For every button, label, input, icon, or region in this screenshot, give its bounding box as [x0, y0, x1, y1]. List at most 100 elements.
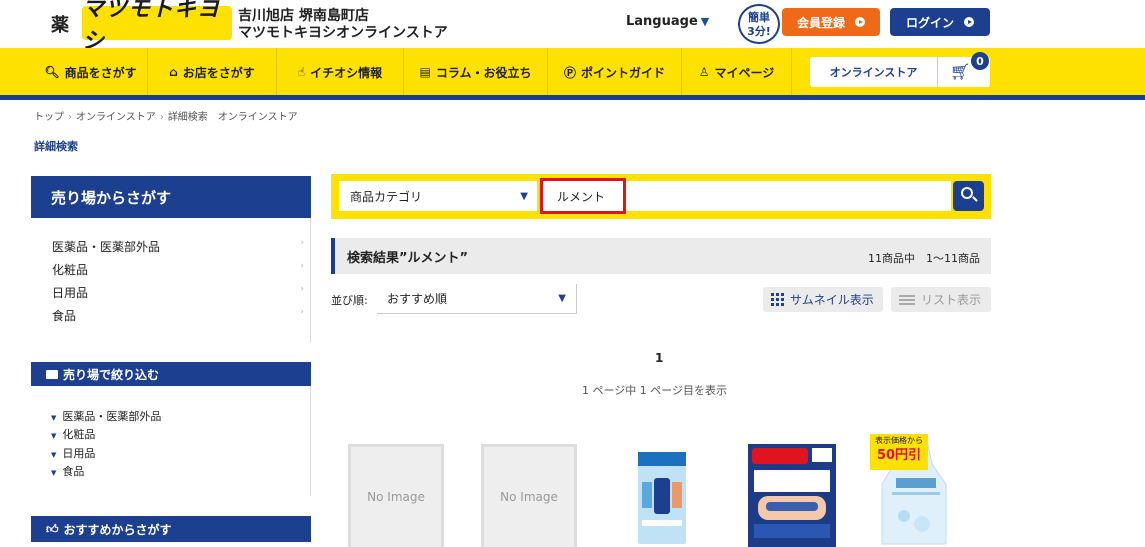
chevron-down-icon: ▼ — [520, 191, 528, 202]
chevron-right-icon: › — [159, 112, 164, 123]
sidebar-filter-title-label: 売り場で絞り込む — [63, 367, 160, 382]
filter-item-label: 日用品 — [62, 447, 96, 460]
chevron-down-icon: ▼ — [558, 293, 566, 304]
thumbnail-view-button[interactable]: サムネイル表示 — [763, 287, 883, 312]
arrow-right-icon — [964, 17, 974, 27]
nav-divider — [0, 95, 1145, 100]
pagination-current[interactable]: 1 — [655, 351, 663, 365]
sidebar-item-cosmetics[interactable]: 化粧品 › — [52, 261, 304, 278]
sort-label: 並び順: — [331, 294, 368, 307]
product-thumbnail[interactable]: No Image — [348, 444, 444, 547]
category-select-value: 商品カテゴリ — [350, 189, 423, 204]
product-eye-mask-image — [748, 444, 836, 547]
nav-item-point-guide[interactable]: Ⓟ ポイントガイド — [548, 48, 682, 96]
pharmacy-mark: 薬 — [51, 15, 69, 36]
chevron-right-icon: › — [300, 238, 304, 248]
pagination-info: 1 ページ中 1 ページ目を表示 — [582, 384, 728, 397]
brand-logo[interactable]: マツモトキヨシ — [82, 0, 232, 54]
store-name: 吉川旭店 堺南島町店 マツモトキヨシオンラインストア — [238, 8, 448, 42]
document-icon: ▤ — [419, 65, 431, 79]
chevron-right-icon: › — [68, 112, 72, 123]
login-button[interactable]: ログイン — [890, 8, 990, 36]
sidebar-section-title: 売り場からさがす — [31, 176, 311, 218]
sidebar-item-label: 化粧品 — [52, 263, 89, 277]
results-title: 検索結果”ルメント” — [347, 251, 469, 266]
sidebar-item-food[interactable]: 食品 › — [52, 307, 304, 324]
person-icon: ♙ — [698, 65, 710, 79]
sidebar-item-label: 食品 — [52, 309, 77, 323]
thumbnail-view-label: サムネイル表示 — [790, 293, 874, 307]
sidebar-item-label: 医薬品・医薬部外品 — [52, 240, 161, 254]
kantan-text: 簡単 — [748, 11, 770, 24]
nav-item-find-store[interactable]: ⌂ お店をさがす — [148, 48, 277, 96]
member-register-label: 会員登録 — [796, 15, 845, 30]
online-store-link[interactable]: オンラインストア — [810, 57, 938, 87]
sidebar-filter-list: ▼ 医薬品・医薬部外品 ▼ 化粧品 ▼ 日用品 ▼ 食品 — [31, 386, 311, 496]
nav-item-search-products[interactable]: 🔍︎ 商品をさがす — [34, 48, 148, 96]
keyword-input[interactable] — [541, 181, 951, 211]
nav-label: ポイントガイド — [581, 65, 666, 80]
triangle-down-icon: ▼ — [51, 432, 57, 440]
arrow-right-icon — [855, 17, 865, 27]
chevron-right-icon: › — [300, 284, 304, 294]
search-icon-handle — [972, 196, 978, 202]
nav-item-column[interactable]: ▤ コラム・お役立ち — [404, 48, 548, 96]
language-label: Language — [626, 14, 698, 29]
breadcrumb-current: 詳細検索 オンラインストア — [167, 112, 298, 123]
sidebar-filter-title: 売り場で絞り込む — [31, 362, 311, 386]
language-selector[interactable]: Language ▼ — [626, 14, 709, 29]
easy-3min-badge: 簡単 3分! — [738, 4, 780, 44]
sidebar-item-medicine[interactable]: 医薬品・医薬部外品 › — [52, 238, 304, 255]
sidebar-item-label: 日用品 — [52, 286, 89, 300]
chevron-down-icon: ▼ — [700, 15, 710, 28]
triangle-down-icon: ▼ — [51, 414, 57, 422]
filter-item-daily-goods[interactable]: ▼ 日用品 — [51, 445, 95, 461]
product-eyedrop-image — [638, 452, 686, 544]
nav-label: マイページ — [714, 65, 775, 80]
results-count: 11商品中 1〜11商品 — [868, 252, 980, 265]
discount-badge: 表示価格から 50円引 — [870, 434, 928, 470]
sidebar-category-list: 医薬品・医薬部外品 › 化粧品 › 日用品 › 食品 › — [31, 218, 311, 342]
thumbs-up-icon: ☝ — [297, 65, 306, 79]
nav-item-mypage[interactable]: ♙ マイページ — [682, 48, 792, 96]
sort-select[interactable]: おすすめ順 ▼ — [377, 284, 577, 314]
breadcrumb-top[interactable]: トップ — [34, 112, 64, 123]
kantan-time: 3分! — [747, 25, 771, 38]
sidebar-item-daily-goods[interactable]: 日用品 › — [52, 284, 304, 301]
chevron-right-icon: › — [300, 307, 304, 317]
product-thumbnail[interactable]: No Image — [481, 444, 577, 547]
product-thumbnail[interactable] — [632, 444, 692, 547]
nav-label: イチオシ情報 — [310, 65, 383, 80]
category-select[interactable]: 商品カテゴリ ▼ — [339, 181, 537, 211]
filter-item-cosmetics[interactable]: ▼ 化粧品 — [51, 426, 95, 442]
product-thumbnail[interactable] — [748, 444, 836, 547]
filter-item-food[interactable]: ▼ 食品 — [51, 463, 84, 479]
thumbs-up-icon: 👍︎ — [46, 521, 59, 536]
store-line-2: マツモトキヨシオンラインストア — [238, 25, 448, 41]
filter-item-label: 化粧品 — [62, 428, 96, 441]
nav-label: コラム・お役立ち — [435, 65, 532, 80]
filter-item-label: 医薬品・医薬部外品 — [62, 410, 162, 423]
sidebar-recommend-title-label: おすすめからさがす — [63, 522, 172, 537]
cart-count-badge: 0 — [971, 52, 989, 70]
search-button[interactable] — [953, 181, 984, 211]
nav-item-recommend[interactable]: ☝ イチオシ情報 — [277, 48, 404, 96]
triangle-down-icon: ▼ — [51, 469, 57, 477]
breadcrumb: トップ › オンラインストア › 詳細検索 オンラインストア — [34, 108, 298, 123]
filter-item-label: 食品 — [62, 465, 85, 478]
discount-label: 表示価格から — [875, 436, 923, 445]
triangle-down-icon: ▼ — [51, 451, 57, 459]
discount-value: 50円引 — [876, 448, 922, 463]
breadcrumb-online-store[interactable]: オンラインストア — [76, 112, 156, 123]
list-icon — [899, 294, 915, 305]
member-register-button[interactable]: 会員登録 — [782, 8, 880, 36]
page-title: 詳細検索 — [34, 140, 78, 153]
point-icon: Ⓟ — [563, 65, 576, 80]
sort-select-value: おすすめ順 — [387, 292, 448, 306]
cart-icon[interactable]: 🛒︎ — [950, 62, 970, 81]
store-icon: ⌂ — [169, 65, 178, 79]
nav-label: お店をさがす — [182, 65, 255, 80]
filter-item-medicine[interactable]: ▼ 医薬品・医薬部外品 — [51, 408, 161, 424]
search-icon: 🔍︎ — [44, 65, 60, 79]
list-view-button[interactable]: リスト表示 — [891, 287, 991, 312]
